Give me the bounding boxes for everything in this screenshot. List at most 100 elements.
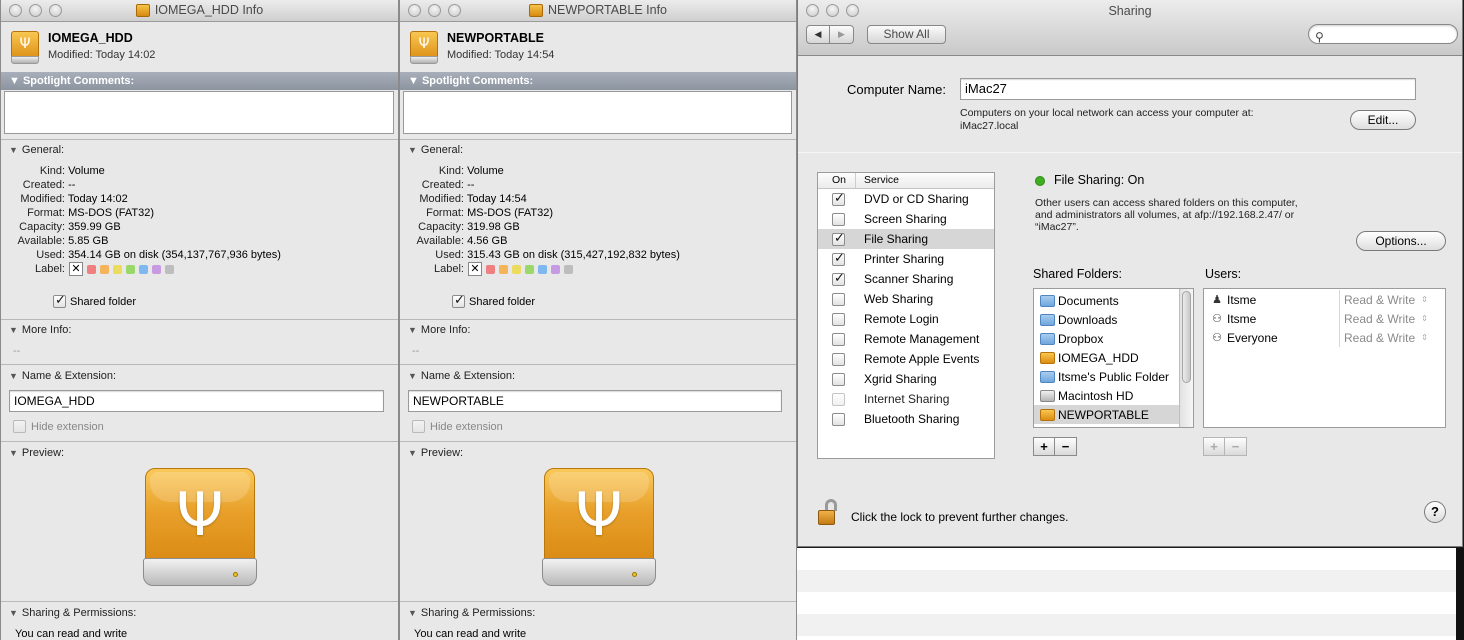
service-checkbox[interactable] — [832, 191, 845, 207]
user-row[interactable]: ⚇ Itsme Read & Write ⇕ — [1204, 309, 1445, 328]
back-button[interactable]: ◀ — [806, 25, 830, 44]
label-swatch[interactable] — [100, 264, 109, 274]
service-row[interactable]: Internet Sharing — [818, 389, 994, 409]
service-row[interactable]: Screen Sharing — [818, 209, 994, 229]
spotlight-comments-input[interactable] — [403, 91, 792, 134]
edit-button[interactable]: Edit... — [1350, 110, 1416, 130]
folder-row[interactable]: IOMEGA_HDD — [1034, 348, 1179, 367]
service-checkbox[interactable] — [832, 393, 845, 407]
folder-row[interactable]: Macintosh HD — [1034, 386, 1179, 405]
folder-row[interactable]: NEWPORTABLE — [1034, 405, 1179, 424]
name-extension-section-header[interactable]: ▼ Name & Extension: — [408, 370, 515, 382]
close-button[interactable] — [408, 4, 421, 17]
general-section-header[interactable]: ▼ General: — [408, 144, 463, 156]
search-input[interactable]: ⚲ — [1308, 24, 1458, 44]
folder-row[interactable]: Documents — [1034, 291, 1179, 310]
show-all-button[interactable]: Show All — [867, 25, 946, 44]
service-checkbox[interactable] — [832, 353, 845, 367]
shared-folders-list[interactable]: Documents Downloads Dropbox IOMEGA_HDD Itsme… — [1033, 288, 1194, 428]
label-swatch[interactable] — [538, 264, 547, 274]
help-button[interactable]: ? — [1424, 501, 1446, 523]
checkbox-icon[interactable] — [13, 420, 26, 433]
spotlight-comments-header[interactable]: ▼ Spotlight Comments: — [1, 72, 398, 90]
user-permission-popup[interactable]: Read & Write — [1340, 293, 1415, 307]
service-checkbox[interactable] — [832, 293, 845, 307]
service-row[interactable]: Web Sharing — [818, 289, 994, 309]
more-info-section-header[interactable]: ▼ More Info: — [9, 324, 71, 336]
zoom-button[interactable] — [49, 4, 62, 17]
options-button[interactable]: Options... — [1356, 231, 1446, 251]
name-field[interactable]: NEWPORTABLE — [408, 390, 782, 412]
label-swatch[interactable] — [525, 264, 534, 274]
folders-scroll-thumb[interactable] — [1182, 291, 1191, 383]
lock-icon[interactable] — [818, 499, 838, 527]
checkbox-icon[interactable] — [53, 293, 66, 308]
minimize-button[interactable] — [29, 4, 42, 17]
add-user-button[interactable]: + — [1203, 437, 1225, 456]
service-row[interactable]: Remote Login — [818, 309, 994, 329]
zoom-button[interactable] — [448, 4, 461, 17]
label-swatch[interactable] — [165, 264, 174, 274]
label-color-picker[interactable]: ✕ — [468, 262, 573, 276]
shared-folder-checkbox[interactable]: Shared folder — [452, 293, 535, 308]
service-checkbox[interactable] — [832, 213, 845, 227]
service-checkbox[interactable] — [832, 271, 845, 287]
label-swatch[interactable] — [564, 264, 573, 274]
minimize-button[interactable] — [428, 4, 441, 17]
label-swatch[interactable] — [551, 264, 560, 274]
service-checkbox[interactable] — [832, 251, 845, 267]
col-on-header[interactable]: On — [818, 173, 856, 188]
add-folder-button[interactable]: + — [1033, 437, 1055, 456]
service-checkbox[interactable] — [832, 413, 845, 427]
folders-scrollbar[interactable] — [1179, 289, 1193, 427]
name-field[interactable]: IOMEGA_HDD — [9, 390, 384, 412]
service-checkbox[interactable] — [832, 231, 845, 247]
name-extension-section-header[interactable]: ▼ Name & Extension: — [9, 370, 116, 382]
col-service-header[interactable]: Service — [856, 173, 899, 188]
hide-extension-checkbox[interactable]: Hide extension — [412, 420, 503, 433]
minimize-button[interactable] — [826, 4, 839, 17]
hide-extension-checkbox[interactable]: Hide extension — [13, 420, 104, 433]
service-row[interactable]: Bluetooth Sharing — [818, 409, 994, 429]
spotlight-comments-header[interactable]: ▼ Spotlight Comments: — [400, 72, 796, 90]
folder-row[interactable]: Dropbox — [1034, 329, 1179, 348]
close-button[interactable] — [806, 4, 819, 17]
user-row[interactable]: ♟ Itsme Read & Write ⇕ — [1204, 290, 1445, 309]
folder-row[interactable]: Itsme's Public Folder — [1034, 367, 1179, 386]
shared-folder-checkbox[interactable]: Shared folder — [53, 293, 136, 308]
label-color-picker[interactable]: ✕ — [69, 262, 174, 276]
service-checkbox[interactable] — [832, 313, 845, 327]
folder-row[interactable]: Downloads — [1034, 310, 1179, 329]
label-swatch[interactable] — [87, 264, 96, 274]
computer-name-field[interactable]: iMac27 — [960, 78, 1416, 100]
stepper-icon[interactable]: ⇕ — [1421, 333, 1428, 342]
service-checkbox[interactable] — [832, 333, 845, 347]
remove-user-button[interactable]: − — [1225, 437, 1247, 456]
remove-folder-button[interactable]: − — [1055, 437, 1077, 456]
spotlight-comments-input[interactable] — [4, 91, 394, 134]
stepper-icon[interactable]: ⇕ — [1421, 295, 1428, 304]
label-swatch[interactable] — [113, 264, 122, 274]
service-checkbox[interactable] — [832, 373, 845, 387]
service-row[interactable]: File Sharing — [818, 229, 994, 249]
close-button[interactable] — [9, 4, 22, 17]
service-row[interactable]: DVD or CD Sharing — [818, 189, 994, 209]
user-row[interactable]: ⚇ Everyone Read & Write ⇕ — [1204, 328, 1445, 347]
label-swatch[interactable] — [152, 264, 161, 274]
label-swatch[interactable] — [126, 264, 135, 274]
preview-section-header[interactable]: ▼ Preview: — [408, 447, 463, 459]
label-swatch[interactable] — [499, 264, 508, 274]
general-section-header[interactable]: ▼ General: — [9, 144, 64, 156]
label-swatch[interactable] — [512, 264, 521, 274]
service-row[interactable]: Remote Management — [818, 329, 994, 349]
sharing-permissions-section-header[interactable]: ▼ Sharing & Permissions: — [408, 607, 535, 619]
service-row[interactable]: Xgrid Sharing — [818, 369, 994, 389]
service-row[interactable]: Remote Apple Events — [818, 349, 994, 369]
no-label-icon[interactable]: ✕ — [468, 262, 482, 276]
user-permission-popup[interactable]: Read & Write — [1340, 331, 1415, 345]
stepper-icon[interactable]: ⇕ — [1421, 314, 1428, 323]
user-permission-popup[interactable]: Read & Write — [1340, 312, 1415, 326]
checkbox-icon[interactable] — [412, 420, 425, 433]
label-swatch[interactable] — [486, 264, 495, 274]
zoom-button[interactable] — [846, 4, 859, 17]
